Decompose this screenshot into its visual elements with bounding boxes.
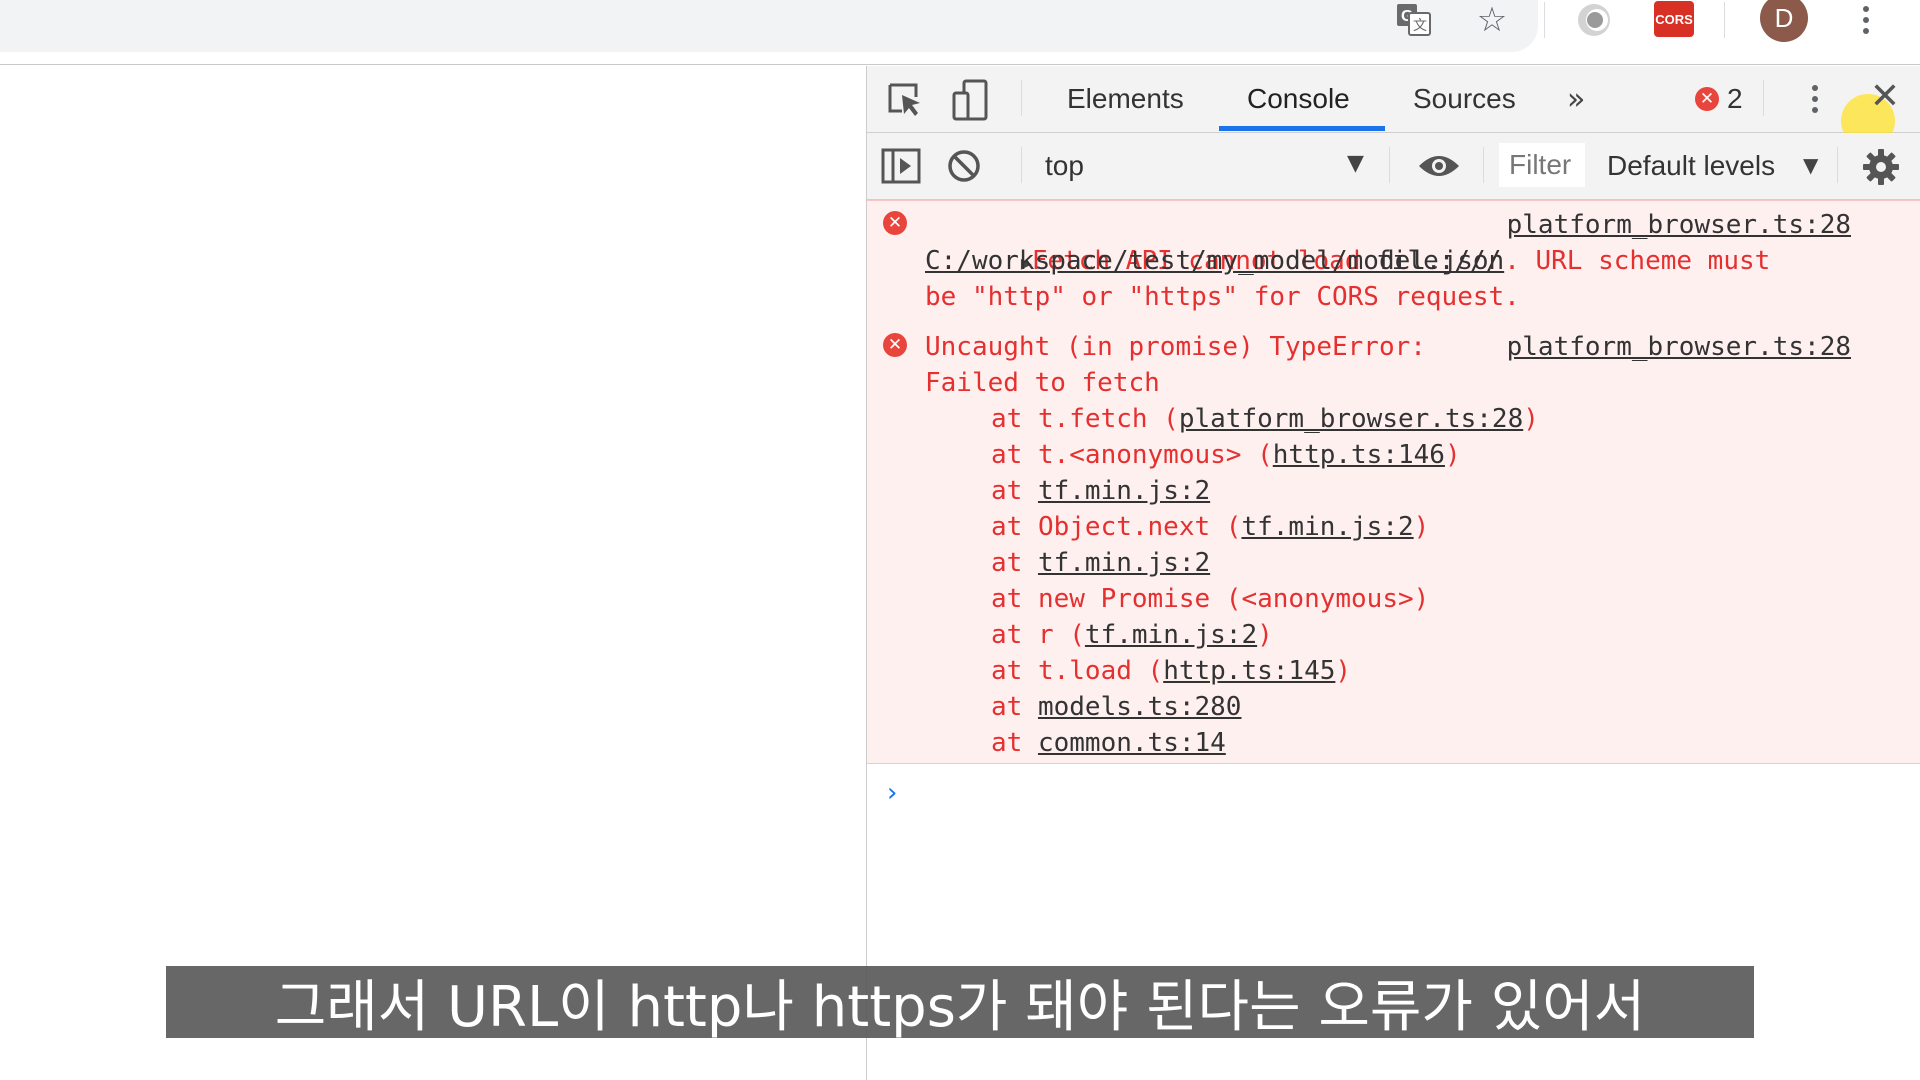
source-link[interactable]: platform_browser.ts:28 (1507, 329, 1851, 365)
chevron-down-icon[interactable]: ▼ (1347, 151, 1364, 176)
message-text: be "http" or "https" for CORS request. (925, 282, 1520, 312)
message-text: Uncaught (in promise) TypeError: (925, 332, 1426, 362)
toolbar-divider (1483, 147, 1484, 183)
bookmark-star-icon[interactable]: ☆ (1472, 0, 1512, 40)
error-count: 2 (1727, 83, 1743, 114)
toolbar-divider (1544, 2, 1545, 38)
stack-frame: at tf.min.js:2 (991, 545, 1210, 581)
stack-frame: at t.<anonymous> (http.ts:146) (991, 437, 1461, 473)
message-text: C:/workspace/test/my_model/model.json. U… (925, 243, 1770, 279)
console-error-message: ✕ ▶Fetch API cannot load file:/// platfo… (867, 200, 1920, 324)
stack-frame: at t.load (http.ts:145) (991, 653, 1351, 689)
inspect-element-icon[interactable] (885, 80, 925, 120)
address-bar[interactable] (0, 0, 1538, 52)
stack-frame-text: ) (1257, 620, 1273, 650)
close-devtools-icon[interactable]: ✕ (1863, 74, 1907, 118)
cors-extension-icon[interactable]: CORS (1652, 0, 1696, 40)
devtools-panel: Elements Console Sources » ✕ 2 ✕ top ▼ F… (866, 66, 1920, 1080)
video-subtitle: 그래서 URL이 http나 https가 돼야 된다는 오류가 있어서 (166, 966, 1754, 1038)
toolbar-divider (1021, 147, 1022, 183)
stack-frame-text: ) (1335, 656, 1352, 686)
filter-input[interactable]: Filter (1499, 143, 1585, 187)
tab-sources[interactable]: Sources (1413, 66, 1516, 132)
stack-frame-link[interactable]: tf.min.js:2 (1241, 512, 1413, 542)
translate-icon[interactable]: G 文 (1394, 0, 1434, 40)
stack-frame-text: at t.<anonymous> ( (991, 440, 1273, 470)
stack-frame-link[interactable]: tf.min.js:2 (1085, 620, 1257, 650)
stack-frame-link[interactable]: http.ts:145 (1163, 656, 1335, 686)
stack-frame-text: at new Promise (<anonymous>) (991, 584, 1430, 614)
chevron-down-icon[interactable]: ▼ (1803, 153, 1818, 177)
live-expression-eye-icon[interactable] (1415, 147, 1463, 185)
clear-console-icon[interactable] (945, 147, 983, 185)
stack-frame: at tf.min.js:2 (991, 473, 1210, 509)
error-icon: ✕ (1695, 87, 1719, 111)
stack-frame-link[interactable]: models.ts:280 (1038, 692, 1242, 722)
stack-frame-text: at (991, 548, 1038, 578)
active-tab-indicator (1219, 126, 1385, 131)
stack-frame-link[interactable]: platform_browser.ts:28 (1179, 404, 1523, 434)
more-tabs-button[interactable]: » (1567, 66, 1585, 132)
stack-frame-text: at Object.next ( (991, 512, 1242, 542)
toolbar-divider (1389, 147, 1390, 183)
log-levels-dropdown[interactable]: Default levels (1607, 133, 1775, 199)
browser-toolbar: G 文 ☆ CORS D (0, 0, 1920, 65)
file-link[interactable]: C:/workspace/test/my_model/model.json (925, 246, 1504, 276)
extension-gray-icon[interactable] (1572, 0, 1616, 40)
stack-frame: at common.ts:14 (991, 725, 1226, 761)
devtools-toolbar: Elements Console Sources » ✕ 2 ✕ (867, 66, 1920, 148)
browser-menu-icon[interactable] (1856, 0, 1876, 40)
error-count-badge[interactable]: ✕ 2 (1695, 83, 1743, 115)
console-sidebar-icon[interactable] (881, 147, 921, 185)
tab-elements[interactable]: Elements (1067, 66, 1184, 132)
stack-frame-text: ) (1413, 512, 1430, 542)
toolbar-divider (1763, 80, 1764, 116)
stack-frame: at models.ts:280 (991, 689, 1241, 725)
stack-frame: at r (tf.min.js:2) (991, 617, 1273, 653)
console-error-message: ✕ Uncaught (in promise) TypeError: platf… (867, 323, 1920, 764)
stack-frame-link[interactable]: tf.min.js:2 (1038, 548, 1210, 578)
stack-frame-text: at (991, 728, 1038, 758)
toolbar-divider (1837, 147, 1838, 183)
toolbar-divider (1021, 80, 1022, 116)
stack-frame: at t.fetch (platform_browser.ts:28) (991, 401, 1539, 437)
avatar[interactable]: D (1760, 0, 1808, 42)
devtools-menu-icon[interactable] (1805, 78, 1825, 120)
stack-frame-link[interactable]: common.ts:14 (1038, 728, 1226, 758)
error-icon: ✕ (883, 211, 907, 235)
error-icon: ✕ (883, 333, 907, 357)
stack-frame-text: ) (1444, 440, 1461, 470)
toolbar-divider (1724, 2, 1725, 38)
cors-extension-label: CORS (1655, 12, 1693, 27)
gear-icon[interactable] (1861, 147, 1901, 187)
message-text: Failed to fetch (925, 368, 1160, 398)
source-link[interactable]: platform_browser.ts:28 (1507, 207, 1851, 243)
message-text: . URL scheme must (1504, 246, 1771, 276)
device-toolbar-icon[interactable] (951, 78, 991, 122)
stack-frame: at new Promise (<anonymous>) (991, 581, 1429, 617)
console-prompt[interactable]: › (887, 778, 897, 808)
context-selector[interactable]: top (1045, 133, 1084, 199)
stack-frame: at Object.next (tf.min.js:2) (991, 509, 1429, 545)
stack-frame-text: at r ( (991, 620, 1085, 650)
stack-frame-text: at t.load ( (991, 656, 1164, 686)
stack-frame-text: at t.fetch ( (991, 404, 1179, 434)
svg-text:文: 文 (1413, 18, 1427, 34)
stack-frame-text: at (991, 692, 1038, 722)
stack-frame-text: ) (1523, 404, 1539, 434)
stack-frame-link[interactable]: http.ts:146 (1273, 440, 1445, 470)
tab-console[interactable]: Console (1247, 66, 1350, 132)
stack-frame-text: at (991, 476, 1038, 506)
stack-frame-link[interactable]: tf.min.js:2 (1038, 476, 1210, 506)
console-filter-bar: top ▼ Filter Default levels ▼ (867, 133, 1920, 200)
